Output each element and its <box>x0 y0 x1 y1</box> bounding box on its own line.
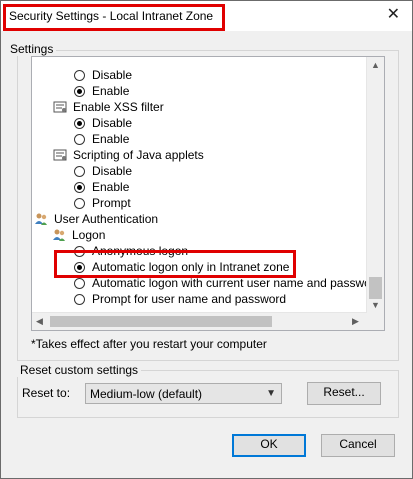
scroll-right-arrow-icon[interactable]: ▶ <box>352 317 359 326</box>
users-icon <box>52 228 66 242</box>
radio-unchecked-icon[interactable] <box>74 294 85 305</box>
option-label: Logon <box>72 228 106 242</box>
radio-unchecked-icon[interactable] <box>74 70 85 81</box>
reset-group-label: Reset custom settings <box>17 363 142 377</box>
scroll-up-arrow-icon[interactable]: ▲ <box>371 61 380 70</box>
reset-to-label: Reset to: <box>22 386 71 400</box>
security-settings-dialog: Security Settings - Local Intranet Zone … <box>0 0 413 479</box>
option-label: Enable <box>92 132 130 146</box>
vertical-scrollbar[interactable]: ▲ ▼ <box>366 57 384 313</box>
option-label: Disable <box>92 116 133 130</box>
settings-gear-icon <box>53 100 67 114</box>
option-label: Prompt for user name and password <box>92 292 287 306</box>
ok-button[interactable]: OK <box>232 434 306 457</box>
radio-checked-icon[interactable] <box>74 118 85 129</box>
scroll-down-arrow-icon[interactable]: ▼ <box>371 301 380 310</box>
scrollbar-corner <box>367 313 384 330</box>
option-label: Prompt <box>92 196 131 210</box>
title-highlight-box <box>3 4 225 31</box>
cancel-button[interactable]: Cancel <box>321 434 395 457</box>
option-label: Enable <box>92 84 130 98</box>
reset-button[interactable]: Reset... <box>307 382 381 405</box>
option-label: Scripting of Java applets <box>73 148 204 162</box>
restart-note: *Takes effect after you restart your com… <box>31 337 267 351</box>
settings-list[interactable]: Disable Enable Enable XSS filter Disable Ena… <box>31 56 385 331</box>
settings-gear-icon <box>53 148 67 162</box>
title-bar: Security Settings - Local Intranet Zone … <box>1 1 412 31</box>
radio-unchecked-icon[interactable] <box>74 278 85 289</box>
horizontal-scroll-thumb[interactable] <box>50 316 272 327</box>
radio-unchecked-icon[interactable] <box>74 166 85 177</box>
option-label: Disable <box>92 164 133 178</box>
vertical-scroll-thumb[interactable] <box>369 277 382 299</box>
horizontal-scrollbar[interactable]: ◀ ▶ <box>32 312 367 330</box>
option-label: User Authentication <box>54 212 159 226</box>
settings-group-label: Settings <box>7 42 57 56</box>
selection-highlight-box <box>54 250 296 278</box>
radio-unchecked-icon[interactable] <box>74 198 85 209</box>
close-button[interactable]: ✕ <box>387 7 400 23</box>
scroll-left-arrow-icon[interactable]: ◀ <box>36 317 43 326</box>
users-icon <box>34 212 48 226</box>
radio-checked-icon[interactable] <box>74 86 85 97</box>
reset-level-select[interactable]: Medium-low (default) ▼ <box>85 383 282 404</box>
option-label: Enable XSS filter <box>73 100 164 114</box>
option-label: Enable <box>92 180 130 194</box>
reset-level-value: Medium-low (default) <box>90 387 203 401</box>
radio-unchecked-icon[interactable] <box>74 134 85 145</box>
radio-checked-icon[interactable] <box>74 182 85 193</box>
option-label: Disable <box>92 68 133 82</box>
chevron-down-icon: ▼ <box>266 388 276 399</box>
